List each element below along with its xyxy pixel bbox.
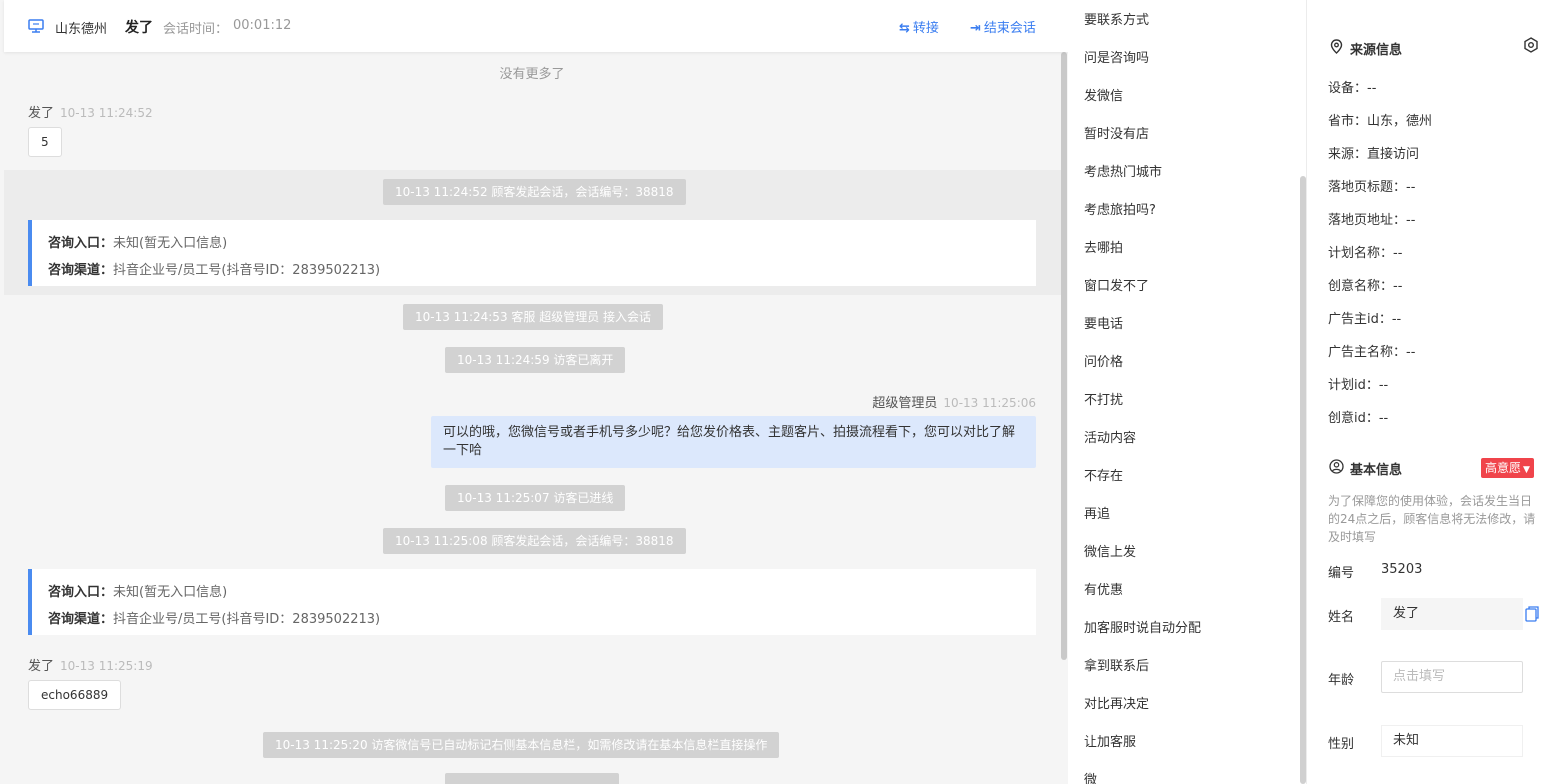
quick-reply-item[interactable]: 问价格 <box>1084 351 1123 370</box>
name-field[interactable]: 发了 <box>1381 598 1523 630</box>
monitor-icon <box>28 19 44 33</box>
source-advertiser-id: 广告主id：-- <box>1328 312 1402 327</box>
visitor-message-bubble: 5 <box>28 127 62 157</box>
no-more-text: 没有更多了 <box>499 67 565 82</box>
quick-reply-item[interactable]: 让加客服 <box>1084 731 1136 750</box>
chat-header: 山东德州 发了 会话时间： 00:01:12 ⇆ 转接 ⇥ 结束会话 <box>4 0 1068 52</box>
transfer-button[interactable]: ⇆ 转接 <box>899 17 939 36</box>
visitor-message-meta: 发了 10-13 11:25:19 <box>28 659 153 674</box>
source-province-city: 省市：山东，德州 <box>1328 114 1433 129</box>
quick-reply-item[interactable]: 加客服时说自动分配 <box>1084 617 1201 636</box>
exit-icon: ⇥ <box>970 21 981 36</box>
visitor-message-meta: 发了 10-13 11:24:52 <box>28 106 153 121</box>
transfer-icon: ⇆ <box>899 21 910 36</box>
name-label: 姓名 <box>1328 610 1355 625</box>
visitor-message-bubble: echo66889 <box>28 680 122 710</box>
quick-reply-item[interactable]: 暂时没有店 <box>1084 123 1149 142</box>
system-message: 10-13 11:24:53 客服 超级管理员 接入会话 <box>403 304 664 330</box>
edit-notice: 为了保障您的使用体验，会话发生当日的24点之后，顾客信息将无法修改，请及时填写 <box>1328 494 1536 544</box>
source-landing-url: 落地页地址：-- <box>1328 213 1416 228</box>
gender-select[interactable]: 未知 <box>1381 725 1523 757</box>
source-landing-title: 落地页标题：-- <box>1328 180 1416 195</box>
end-session-button[interactable]: ⇥ 结束会话 <box>970 17 1036 36</box>
quick-reply-item[interactable]: 拿到联系后 <box>1084 655 1149 674</box>
system-message: 10-13 11:25:07 访客已进线 <box>445 485 626 511</box>
source-info-title: 来源信息 <box>1328 39 1402 58</box>
entry-info-card: 咨询入口：未知(暂无入口信息) 咨询渠道：抖音企业号/员工号(抖音号ID：283… <box>28 569 1036 635</box>
system-message: 10-13 11:24:52 顾客发起会话，会话编号：38818 <box>383 179 686 205</box>
chat-scrollbar[interactable] <box>1061 52 1067 660</box>
session-time: 00:01:12 <box>233 18 292 33</box>
location-pin-icon <box>1328 39 1344 58</box>
quick-reply-item[interactable]: 不存在 <box>1084 465 1123 484</box>
agent-message-bubble: 可以的哦，您微信号或者手机号多少呢？给您发价格表、主题客片、拍摄流程看下，您可以… <box>431 416 1036 468</box>
chat-panel: 山东德州 发了 会话时间： 00:01:12 ⇆ 转接 ⇥ 结束会话 没有更多了 发… <box>0 0 1068 784</box>
customer-info-panel: 来源信息 设备：-- 省市：山东，德州 来源：直接访问 落地页标题：-- 落地页… <box>1307 0 1551 784</box>
user-circle-icon <box>1328 459 1344 478</box>
quick-reply-item[interactable]: 要联系方式 <box>1084 9 1149 28</box>
quick-reply-item[interactable]: 发微信 <box>1084 85 1123 104</box>
quick-reply-item[interactable]: 不打扰 <box>1084 389 1123 408</box>
gender-label: 性别 <box>1328 737 1355 752</box>
source-creative-id: 创意id：-- <box>1328 411 1389 426</box>
quick-reply-item[interactable]: 问是咨询吗 <box>1084 47 1149 66</box>
source-origin: 来源：直接访问 <box>1328 147 1420 162</box>
copy-icon[interactable] <box>1525 606 1539 622</box>
quick-reply-list: 要联系方式 问是咨询吗 发微信 暂时没有店 考虑热门城市 考虑旅拍吗? 去哪拍 … <box>1068 0 1306 784</box>
quick-reply-item[interactable]: 考虑旅拍吗? <box>1084 199 1156 218</box>
customer-id: 35203 <box>1381 562 1423 577</box>
quick-reply-item[interactable]: 微 <box>1084 769 1097 784</box>
quick-reply-item[interactable]: 有优惠 <box>1084 579 1123 598</box>
system-message: 10-13 11:24:59 访客已离开 <box>445 347 626 373</box>
intent-level-dropdown[interactable]: 高意愿 ▼ <box>1481 458 1534 478</box>
id-label: 编号 <box>1328 566 1355 581</box>
source-creative-name: 创意名称：-- <box>1328 279 1403 294</box>
source-advertiser-name: 广告主名称：-- <box>1328 345 1416 360</box>
quick-reply-item[interactable]: 再追 <box>1084 503 1110 522</box>
visitor-location: 山东德州 <box>55 22 108 37</box>
caret-down-icon: ▼ <box>1523 465 1530 475</box>
channel-row: 咨询渠道：抖音企业号/员工号(抖音号ID：2839502213) <box>48 263 381 278</box>
entry-row: 咨询入口：未知(暂无入口信息) <box>48 236 228 251</box>
entry-row: 咨询入口：未知(暂无入口信息) <box>48 585 228 600</box>
source-device: 设备：-- <box>1328 81 1377 96</box>
quick-reply-item[interactable]: 考虑热门城市 <box>1084 161 1162 180</box>
system-message: 10-13 11:25:20 访客微信号已自动标记右侧基本信息栏，如需修改请在基… <box>263 732 780 758</box>
visitor-name: 发了 <box>125 20 153 36</box>
settings-icon[interactable] <box>1523 37 1539 53</box>
quick-reply-item[interactable]: 去哪拍 <box>1084 237 1123 256</box>
quick-reply-item[interactable]: 对比再决定 <box>1084 693 1149 712</box>
source-plan-id: 计划id：-- <box>1328 378 1389 393</box>
quick-reply-item[interactable]: 活动内容 <box>1084 427 1136 446</box>
basic-info-title: 基本信息 <box>1328 459 1402 478</box>
age-input[interactable]: 点击填写 <box>1381 661 1523 693</box>
age-label: 年龄 <box>1328 673 1355 688</box>
quick-reply-item[interactable]: 微信上发 <box>1084 541 1136 560</box>
channel-row: 咨询渠道：抖音企业号/员工号(抖音号ID：2839502213) <box>48 612 381 627</box>
quick-reply-item[interactable]: 窗口发不了 <box>1084 275 1149 294</box>
session-time-label: 会话时间： <box>163 22 229 37</box>
entry-info-card: 咨询入口：未知(暂无入口信息) 咨询渠道：抖音企业号/员工号(抖音号ID：283… <box>28 220 1036 286</box>
quick-reply-item[interactable]: 要电话 <box>1084 313 1123 332</box>
source-plan-name: 计划名称：-- <box>1328 246 1403 261</box>
system-message: 10-13 11:25:08 顾客发起会话，会话编号：38818 <box>383 528 686 554</box>
agent-message-meta: 超级管理员 10-13 11:25:06 <box>872 396 1036 411</box>
system-message-partial <box>445 773 619 784</box>
